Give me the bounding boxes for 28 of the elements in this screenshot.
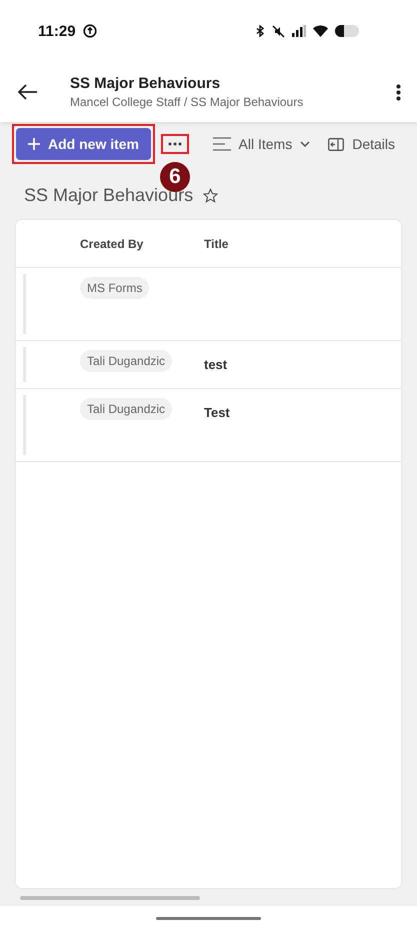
mute-icon [272,24,285,38]
chevron-down-icon [300,141,310,147]
person-chip[interactable]: Tali Dugandzic [80,350,172,372]
battery-icon [335,25,359,37]
view-dropdown[interactable]: All Items [206,132,316,156]
more-vertical-icon[interactable] [396,84,401,100]
more-horizontal-icon[interactable] [168,142,182,146]
step-number-badge: 6 [160,162,190,192]
plus-icon [28,138,40,150]
wifi-icon [313,25,328,37]
person-chip[interactable]: MS Forms [80,277,150,299]
signal-icon [292,25,306,37]
breadcrumb[interactable]: Mancel College Staff / SS Major Behaviours [70,95,364,109]
lines-icon [212,137,231,151]
table-cell: test [204,357,228,372]
status-time: 11:29 [38,22,76,40]
person-chip[interactable]: Tali Dugandzic [80,398,172,420]
column-header[interactable]: Title [204,236,228,250]
bluetooth-icon [255,24,265,38]
add-new-item-button[interactable]: Add new item [16,128,152,160]
table-cell: Test [204,405,230,420]
details-button[interactable]: Details [322,132,401,156]
star-icon[interactable] [203,188,218,202]
back-arrow-icon[interactable] [18,84,38,100]
column-header[interactable]: Created By [80,236,144,250]
upload-circle-icon [82,24,97,38]
panel-icon [328,138,344,150]
page-title: SS Major Behaviours [70,75,222,92]
